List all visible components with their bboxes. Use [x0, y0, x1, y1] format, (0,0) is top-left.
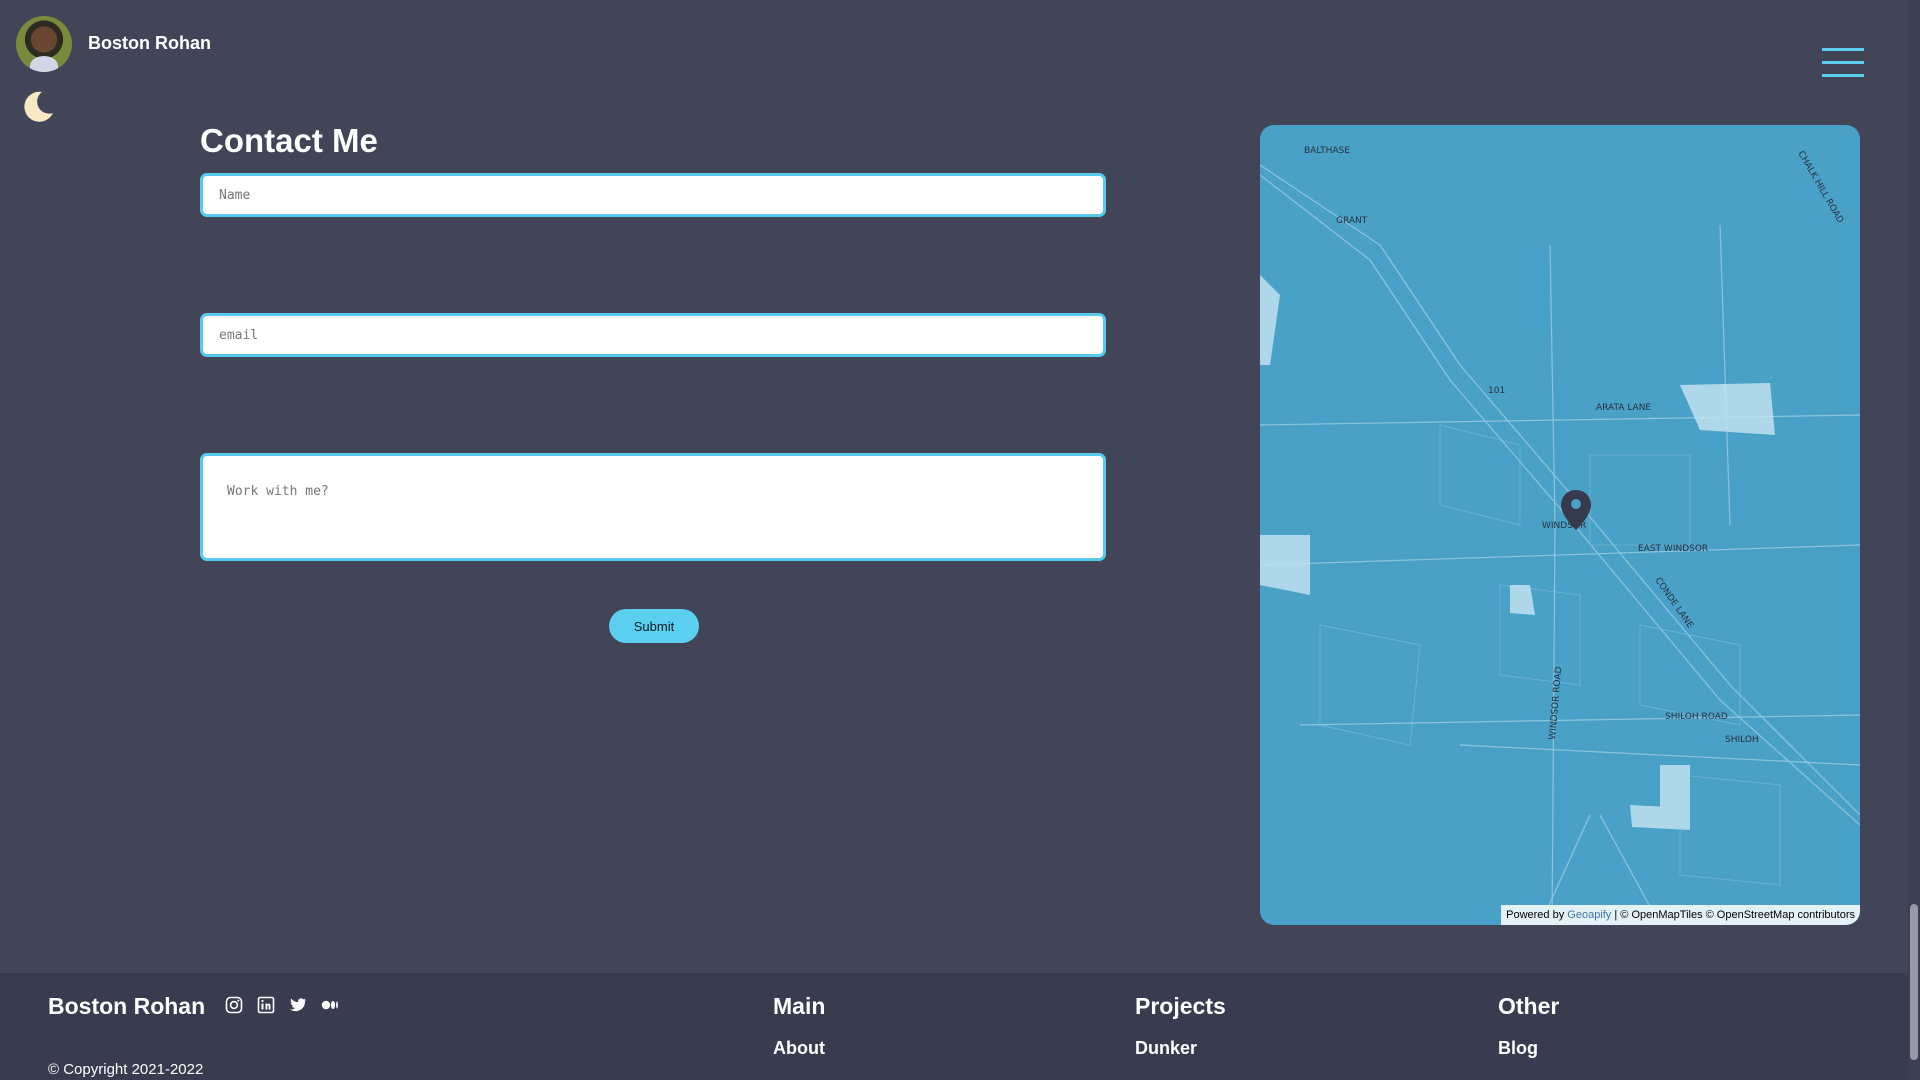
footer-brand[interactable]: Boston Rohan — [48, 993, 205, 1020]
map-attribution: Powered by Geoapify | © OpenMapTiles © O… — [1501, 905, 1860, 925]
scrollbar-thumb[interactable] — [1910, 904, 1918, 1060]
copyright: © Copyright 2021-2022 — [48, 1061, 204, 1078]
moon-icon[interactable] — [20, 88, 56, 124]
map-label-balthase: BALTHASE — [1304, 146, 1350, 156]
map-label-east-windsor: EAST WINDSOR — [1638, 544, 1708, 554]
submit-button[interactable]: Submit — [609, 609, 699, 643]
avatar[interactable] — [16, 16, 72, 72]
map-label-windsor-road: WINDSOR ROAD — [1548, 666, 1564, 740]
map-label-101: 101 — [1488, 386, 1505, 396]
message-textarea[interactable] — [200, 453, 1106, 561]
map-label-chalk-hill-road: CHALK HILL ROAD — [1795, 150, 1844, 226]
linkedin-icon[interactable] — [256, 995, 276, 1015]
header: Boston Rohan — [0, 0, 1900, 122]
twitter-icon[interactable] — [288, 995, 308, 1015]
medium-icon[interactable] — [320, 995, 340, 1015]
name-input[interactable] — [200, 173, 1106, 217]
map-label-grant: GRANT — [1336, 216, 1368, 226]
map-label-conde-lane: CONDE LANE — [1653, 576, 1695, 631]
scrollbar[interactable] — [1908, 0, 1920, 1080]
footer-link-about[interactable]: About — [773, 1038, 825, 1059]
map-label-arata-lane: ARATA LANE — [1596, 403, 1651, 413]
footer-heading-main: Main — [773, 993, 826, 1019]
hamburger-menu-icon[interactable] — [1822, 48, 1864, 80]
footer-link-dunker[interactable]: Dunker — [1135, 1038, 1197, 1059]
geoapify-link[interactable]: Geoapify — [1567, 909, 1611, 921]
map-label-shiloh-road: SHILOH ROAD — [1665, 712, 1728, 722]
site-name[interactable]: Boston Rohan — [88, 33, 211, 54]
map-label-shiloh: SHILOH — [1725, 735, 1759, 745]
email-input[interactable] — [200, 313, 1106, 357]
footer-link-blog[interactable]: Blog — [1498, 1038, 1538, 1059]
map[interactable]: BALTHASE GRANT 101 ARATA LANE WINDSOR EA… — [1260, 125, 1860, 925]
footer-heading-other: Other — [1498, 993, 1560, 1019]
instagram-icon[interactable] — [224, 995, 244, 1015]
footer: Boston Rohan © Copyright 2021-2022 Main … — [0, 973, 1908, 1080]
footer-heading-projects: Projects — [1135, 993, 1226, 1019]
contact-title: Contact Me — [200, 122, 378, 159]
map-tiles: BALTHASE GRANT 101 ARATA LANE WINDSOR EA… — [1260, 146, 1860, 925]
